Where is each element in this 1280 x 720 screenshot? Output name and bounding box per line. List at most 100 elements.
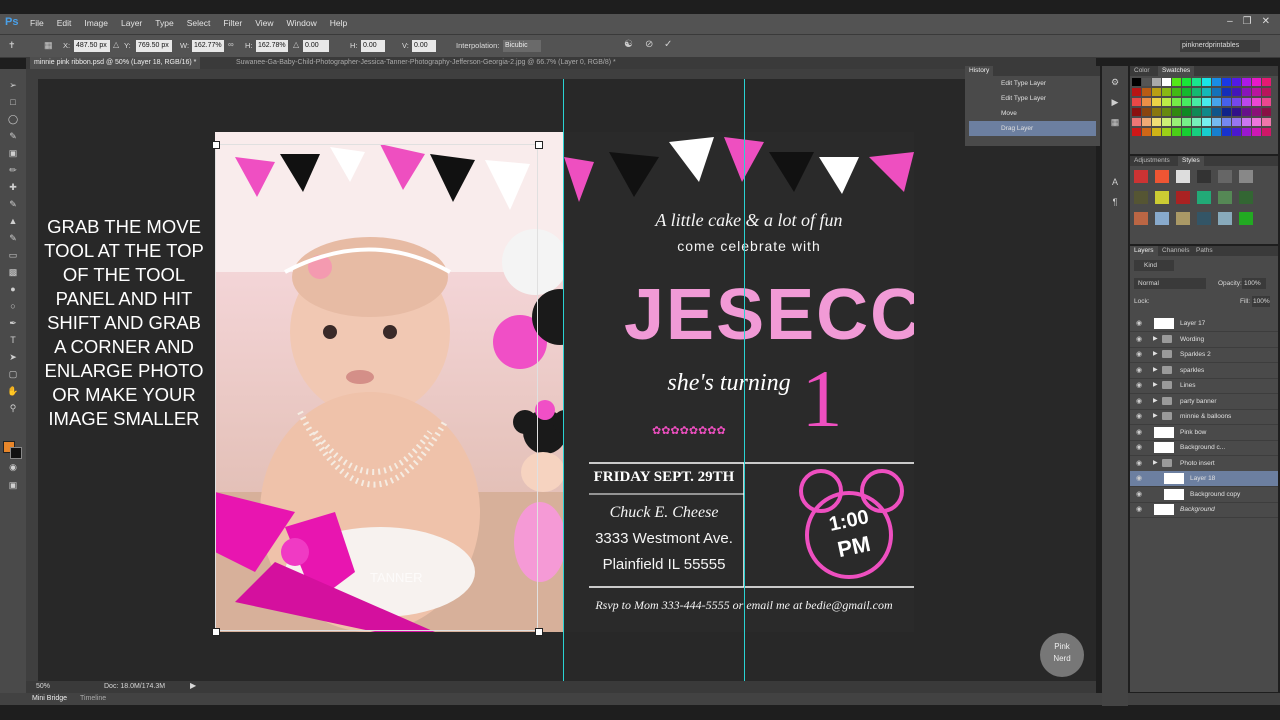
style-preset[interactable] bbox=[1176, 212, 1190, 225]
style-preset[interactable] bbox=[1218, 170, 1232, 183]
color-swatch[interactable] bbox=[1222, 108, 1231, 116]
transform-bounding-box[interactable] bbox=[215, 144, 538, 631]
color-swatch[interactable] bbox=[1232, 128, 1241, 136]
color-swatch[interactable] bbox=[1192, 118, 1201, 126]
h-field[interactable]: 162.78% bbox=[256, 40, 288, 52]
guide-vertical-1[interactable] bbox=[563, 79, 564, 681]
color-swatch[interactable] bbox=[1162, 118, 1171, 126]
color-swatch[interactable] bbox=[1202, 118, 1211, 126]
color-swatch[interactable] bbox=[1242, 98, 1251, 106]
color-swatch[interactable] bbox=[1142, 128, 1151, 136]
color-swatch[interactable] bbox=[1182, 88, 1191, 96]
style-preset[interactable] bbox=[1239, 212, 1253, 225]
interpolation-select[interactable]: Bicubic bbox=[503, 40, 541, 52]
group-expand-icon[interactable]: ▶ bbox=[1153, 363, 1158, 378]
color-swatch[interactable] bbox=[1152, 128, 1161, 136]
visibility-eye-icon[interactable]: ◉ bbox=[1136, 363, 1142, 378]
tab-adjustments[interactable]: Adjustments bbox=[1130, 156, 1174, 166]
gradient-tool-icon[interactable]: ▩ bbox=[6, 266, 20, 278]
style-preset[interactable] bbox=[1218, 191, 1232, 204]
color-swatch[interactable] bbox=[1242, 88, 1251, 96]
move-tool-preset-icon[interactable]: ✝ bbox=[8, 40, 16, 51]
color-swatch[interactable] bbox=[1222, 118, 1231, 126]
color-swatch[interactable] bbox=[1192, 98, 1201, 106]
layer-row[interactable]: ◉ ▶ Wording bbox=[1130, 332, 1278, 348]
color-swatch[interactable] bbox=[1132, 78, 1141, 86]
transform-handle-br[interactable] bbox=[535, 628, 543, 636]
color-swatch[interactable] bbox=[1182, 98, 1191, 106]
menu-type[interactable]: Type bbox=[155, 18, 173, 28]
properties-panel-icon[interactable]: ▦ bbox=[1108, 116, 1122, 128]
color-swatch[interactable] bbox=[1142, 88, 1151, 96]
style-preset[interactable] bbox=[1155, 170, 1169, 183]
color-swatch[interactable] bbox=[1222, 98, 1231, 106]
color-swatch[interactable] bbox=[1152, 88, 1161, 96]
visibility-eye-icon[interactable]: ◉ bbox=[1136, 347, 1142, 362]
color-swatch[interactable] bbox=[1142, 98, 1151, 106]
color-swatch[interactable] bbox=[1162, 88, 1171, 96]
healing-tool-icon[interactable]: ✚ bbox=[6, 181, 20, 193]
style-preset[interactable] bbox=[1197, 212, 1211, 225]
visibility-eye-icon[interactable]: ◉ bbox=[1136, 440, 1142, 455]
blur-tool-icon[interactable]: ● bbox=[6, 283, 20, 295]
tab-timeline[interactable]: Timeline bbox=[80, 695, 106, 702]
transform-handle-bl[interactable] bbox=[212, 628, 220, 636]
color-swatch[interactable] bbox=[1142, 78, 1151, 86]
color-swatch[interactable] bbox=[1192, 128, 1201, 136]
color-swatch[interactable] bbox=[1162, 128, 1171, 136]
visibility-eye-icon[interactable]: ◉ bbox=[1136, 502, 1142, 517]
style-preset[interactable] bbox=[1134, 191, 1148, 204]
menu-view[interactable]: View bbox=[255, 18, 273, 28]
visibility-eye-icon[interactable]: ◉ bbox=[1136, 409, 1142, 424]
color-swatch[interactable] bbox=[1182, 118, 1191, 126]
lasso-tool-icon[interactable]: ◯ bbox=[6, 113, 20, 125]
style-preset[interactable] bbox=[1239, 191, 1253, 204]
color-swatch[interactable] bbox=[1152, 98, 1161, 106]
tab-styles[interactable]: Styles bbox=[1178, 156, 1204, 166]
history-brush-tool-icon[interactable]: ✎ bbox=[6, 232, 20, 244]
layer-row[interactable]: ◉ Background bbox=[1130, 502, 1278, 518]
zoom-level[interactable]: 50% bbox=[36, 683, 50, 690]
color-swatch[interactable] bbox=[1212, 88, 1221, 96]
color-swatch[interactable] bbox=[1132, 118, 1141, 126]
color-swatch[interactable] bbox=[1162, 78, 1171, 86]
color-swatch[interactable] bbox=[1232, 78, 1241, 86]
visibility-eye-icon[interactable]: ◉ bbox=[1136, 378, 1142, 393]
color-swatch[interactable] bbox=[1202, 88, 1211, 96]
color-swatch[interactable] bbox=[1222, 88, 1231, 96]
style-preset[interactable] bbox=[1218, 212, 1232, 225]
visibility-eye-icon[interactable]: ◉ bbox=[1136, 487, 1142, 502]
shape-tool-icon[interactable]: ▢ bbox=[6, 368, 20, 380]
x-field[interactable]: 487.50 px bbox=[74, 40, 110, 52]
transform-handle-tr[interactable] bbox=[535, 141, 543, 149]
zoom-tool-icon[interactable]: ⚲ bbox=[6, 402, 20, 414]
color-swatch[interactable] bbox=[1152, 118, 1161, 126]
color-swatch[interactable] bbox=[1252, 88, 1261, 96]
color-swatch[interactable] bbox=[1182, 78, 1191, 86]
hskew-field[interactable]: 0.00 bbox=[361, 40, 385, 52]
layer-row[interactable]: ◉ ▶ minnie & balloons bbox=[1130, 409, 1278, 425]
color-swatch[interactable] bbox=[1212, 78, 1221, 86]
color-swatch[interactable] bbox=[1252, 78, 1261, 86]
group-expand-icon[interactable]: ▶ bbox=[1153, 456, 1158, 471]
color-swatch[interactable] bbox=[1252, 128, 1261, 136]
style-preset[interactable] bbox=[1197, 170, 1211, 183]
color-swatch[interactable] bbox=[1232, 88, 1241, 96]
color-swatch[interactable] bbox=[1232, 98, 1241, 106]
color-swatch[interactable] bbox=[1192, 88, 1201, 96]
menu-edit[interactable]: Edit bbox=[57, 18, 72, 28]
history-item[interactable]: Move bbox=[969, 106, 1096, 121]
menu-help[interactable]: Help bbox=[330, 18, 347, 28]
color-swatch[interactable] bbox=[1152, 108, 1161, 116]
color-swatch[interactable] bbox=[1202, 128, 1211, 136]
restore-icon[interactable]: ❐ bbox=[1243, 16, 1252, 27]
brush-tool-icon[interactable]: ✎ bbox=[6, 198, 20, 210]
color-swatch[interactable] bbox=[1172, 78, 1181, 86]
visibility-eye-icon[interactable]: ◉ bbox=[1136, 471, 1142, 486]
tab-paths[interactable]: Paths bbox=[1192, 246, 1217, 256]
eraser-tool-icon[interactable]: ▭ bbox=[6, 249, 20, 261]
color-swatch[interactable] bbox=[1212, 128, 1221, 136]
minimize-icon[interactable]: – bbox=[1227, 16, 1233, 27]
visibility-eye-icon[interactable]: ◉ bbox=[1136, 394, 1142, 409]
fill-field[interactable]: 100% bbox=[1252, 296, 1270, 307]
